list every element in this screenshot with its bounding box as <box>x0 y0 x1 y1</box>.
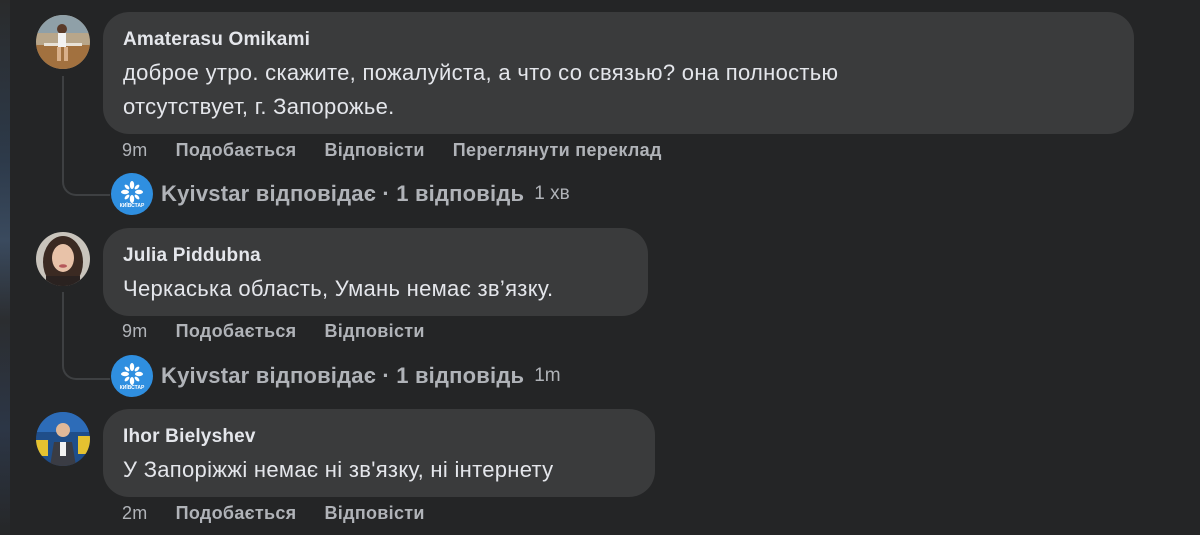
like-button[interactable]: Подобається <box>176 321 297 342</box>
kyivstar-avatar-text: КИЇВСТАР <box>119 202 145 209</box>
like-button[interactable]: Подобається <box>176 140 297 161</box>
kyivstar-avatar: КИЇВСТАР <box>111 173 153 215</box>
comment-text: У Запоріжжі немає ні зв'язку, ні інтерне… <box>123 457 554 482</box>
comment-bubble: Julia Piddubna Черкаська область, Умань … <box>103 228 648 316</box>
reply-button[interactable]: Відповісти <box>325 321 425 342</box>
comment-timestamp[interactable]: 9m <box>122 321 148 342</box>
comment-text: доброе утро. скажите, пожалуйста, а что … <box>123 56 1114 124</box>
comment-timestamp[interactable]: 2m <box>122 503 148 524</box>
like-button[interactable]: Подобається <box>176 503 297 524</box>
see-translation-button[interactable]: Переглянути переклад <box>453 140 662 161</box>
kyivstar-star-icon <box>121 362 143 385</box>
reply-button[interactable]: Відповісти <box>325 503 425 524</box>
avatar[interactable] <box>36 412 90 466</box>
reply-button[interactable]: Відповісти <box>325 140 425 161</box>
comment-actions: 9m Подобається Відповісти Переглянути пе… <box>122 140 662 161</box>
comment-actions: 9m Подобається Відповісти <box>122 321 425 342</box>
reply-timestamp: 1m <box>534 365 561 386</box>
comment-timestamp[interactable]: 9m <box>122 140 148 161</box>
reply-timestamp: 1 хв <box>534 183 570 204</box>
comment-author[interactable]: Ihor Bielyshev <box>123 425 635 449</box>
comment-text: Черкаська область, Умань немає зв’язку. <box>123 276 554 301</box>
kyivstar-star-icon <box>121 180 143 203</box>
comment-text-line: доброе утро. скажите, пожалуйста, а что … <box>123 60 839 85</box>
comment-text-line: отсутствует, г. Запорожье. <box>123 94 395 119</box>
view-replies-row[interactable]: КИЇВСТАР Kyivstar відповідає · 1 відпові… <box>111 355 561 397</box>
avatar[interactable] <box>36 232 90 286</box>
view-replies-label[interactable]: Kyivstar відповідає · 1 відповідь <box>161 363 524 389</box>
comment-actions: 2m Подобається Відповісти <box>122 503 425 524</box>
thread-connector <box>62 292 110 380</box>
left-edge-strip <box>0 0 10 535</box>
comment-author[interactable]: Amaterasu Omikami <box>123 28 1114 52</box>
kyivstar-avatar: КИЇВСТАР <box>111 355 153 397</box>
kyivstar-avatar-text: КИЇВСТАР <box>119 384 145 391</box>
comment-bubble: Ihor Bielyshev У Запоріжжі немає ні зв'я… <box>103 409 655 497</box>
view-replies-label[interactable]: Kyivstar відповідає · 1 відповідь <box>161 181 524 207</box>
avatar[interactable] <box>36 15 90 69</box>
view-replies-row[interactable]: КИЇВСТАР Kyivstar відповідає · 1 відпові… <box>111 173 570 215</box>
comment-author[interactable]: Julia Piddubna <box>123 244 628 268</box>
comment-bubble: Amaterasu Omikami доброе утро. скажите, … <box>103 12 1134 134</box>
